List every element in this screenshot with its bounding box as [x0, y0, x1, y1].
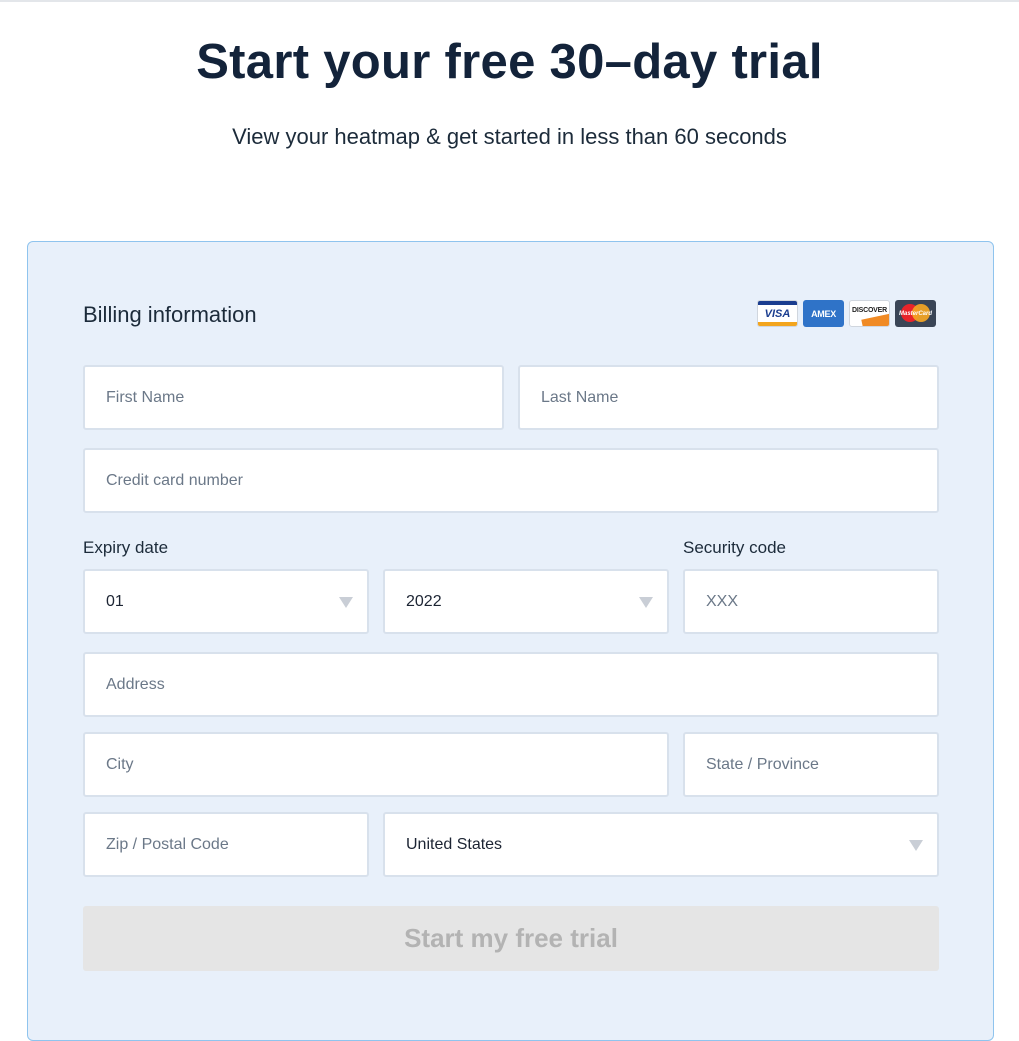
security-code-placeholder: XXX: [706, 592, 739, 610]
page-subtitle: View your heatmap & get started in less …: [232, 124, 787, 149]
start-trial-button[interactable]: Start my free trial: [83, 906, 939, 971]
expiry-year-value: 2022: [406, 592, 442, 610]
zip-postal-code-placeholder: Zip / Postal Code: [106, 835, 229, 853]
billing-card: Billing information VISA AMEX DISCOVER M…: [27, 241, 994, 1041]
visa-icon: VISA: [757, 300, 798, 327]
page-title: Start your free 30–day trial: [196, 35, 823, 89]
city-field[interactable]: City: [83, 732, 669, 797]
credit-card-number-field[interactable]: Credit card number: [83, 448, 939, 513]
address-placeholder: Address: [106, 675, 165, 693]
state-province-placeholder: State / Province: [706, 755, 819, 773]
discover-logo-text: DISCOVER: [852, 306, 887, 314]
chevron-down-icon: [639, 597, 653, 608]
expiry-month-select[interactable]: 01: [83, 569, 369, 634]
amex-icon: AMEX: [803, 300, 844, 327]
state-province-field[interactable]: State / Province: [683, 732, 939, 797]
discover-icon: DISCOVER: [849, 300, 890, 327]
last-name-field[interactable]: Last Name: [518, 365, 939, 430]
top-divider: [0, 0, 1019, 3]
country-value: United States: [406, 835, 503, 853]
accepted-cards: VISA AMEX DISCOVER MasterCard: [757, 300, 936, 327]
first-name-field[interactable]: First Name: [83, 365, 504, 430]
address-field[interactable]: Address: [83, 652, 939, 717]
last-name-placeholder: Last Name: [541, 388, 619, 406]
expiry-month-value: 01: [106, 592, 124, 610]
billing-title: Billing information: [83, 302, 257, 327]
country-select[interactable]: United States: [383, 812, 939, 877]
first-name-placeholder: First Name: [106, 388, 185, 406]
visa-logo-text: VISA: [764, 307, 791, 320]
city-placeholder: City: [106, 755, 134, 773]
expiry-date-label: Expiry date: [83, 538, 169, 557]
chevron-down-icon: [909, 840, 923, 851]
mastercard-icon: MasterCard: [895, 300, 936, 327]
zip-postal-code-field[interactable]: Zip / Postal Code: [83, 812, 369, 877]
chevron-down-icon: [339, 597, 353, 608]
amex-logo-text: AMEX: [811, 308, 836, 319]
security-code-field[interactable]: XXX: [683, 569, 939, 634]
expiry-year-select[interactable]: 2022: [383, 569, 669, 634]
security-code-label: Security code: [683, 538, 786, 557]
credit-card-number-placeholder: Credit card number: [106, 471, 243, 489]
mastercard-logo-text: MasterCard: [898, 310, 932, 317]
